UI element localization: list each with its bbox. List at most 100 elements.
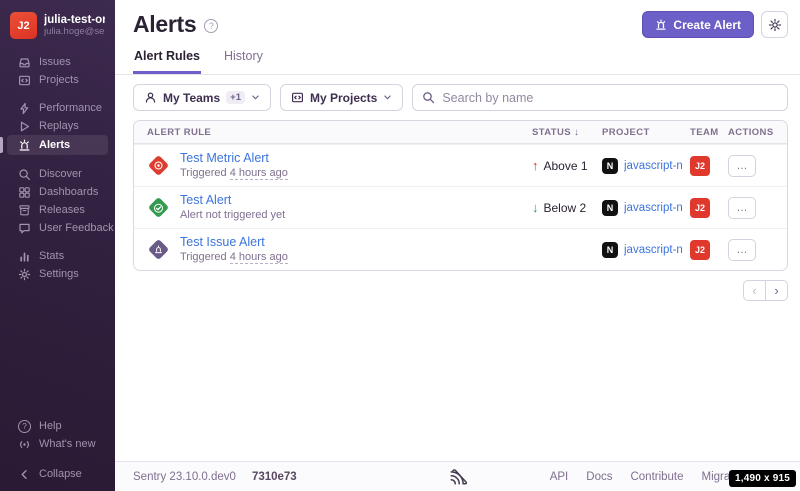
project-link[interactable]: javascript-nextjs (624, 244, 682, 256)
tab-bar: Alert Rules History (115, 47, 800, 75)
team-cell: J2 (690, 198, 720, 218)
alerts-settings-button[interactable] (761, 11, 788, 38)
user-icon (144, 91, 157, 104)
nav-group-settings: Stats Settings (0, 247, 115, 283)
create-alert-label: Create Alert (673, 18, 741, 32)
sidebar-item-replays[interactable]: Replays (0, 117, 115, 135)
column-header-status-label: STATUS (532, 127, 571, 138)
sidebar-item-user-feedback[interactable]: User Feedback (0, 219, 115, 237)
projects-icon (291, 91, 304, 104)
sidebar-item-label: Performance (39, 102, 102, 114)
row-actions-button[interactable]: … (728, 197, 756, 219)
sidebar-item-label: Issues (39, 56, 71, 68)
sidebar-item-label: Settings (39, 268, 79, 280)
play-icon (18, 120, 31, 133)
alert-rule-link[interactable]: Test Metric Alert (180, 151, 288, 167)
sidebar-collapse-button[interactable]: Collapse (0, 465, 115, 483)
org-switcher[interactable]: J2 julia-test-org-2 … julia.hoge@sentry.… (0, 8, 115, 41)
nextjs-platform-icon: N (602, 242, 618, 258)
row-actions-button[interactable]: … (728, 239, 756, 261)
alert-rule-text: Test Alert Alert not triggered yet (180, 193, 285, 223)
detail-text: Triggered (180, 251, 227, 263)
sidebar-item-label: Help (39, 420, 62, 432)
org-avatar[interactable]: J2 (10, 12, 37, 39)
team-avatar[interactable]: J2 (690, 156, 710, 176)
nav-group-observe: Performance Replays Alerts (0, 99, 115, 155)
footer-link-docs[interactable]: Docs (586, 471, 612, 483)
sidebar-item-stats[interactable]: Stats (0, 247, 115, 265)
sidebar-item-discover[interactable]: Discover (0, 165, 115, 183)
detail-text: Alert not triggered yet (180, 209, 285, 221)
org-meta: julia-test-org-2 … julia.hoge@sentry.io (44, 14, 105, 37)
siren-icon (18, 139, 31, 152)
sidebar-item-label: Dashboards (39, 186, 98, 198)
teams-count-badge: +1 (226, 91, 245, 104)
sidebar-item-settings[interactable]: Settings (0, 265, 115, 283)
telescope-icon (18, 168, 31, 181)
search-input[interactable] (442, 91, 778, 105)
inbox-icon (18, 56, 31, 69)
tab-history[interactable]: History (223, 47, 264, 74)
footer-link-api[interactable]: API (550, 471, 569, 483)
team-avatar[interactable]: J2 (690, 240, 710, 260)
status-text: Above 1 (544, 159, 588, 173)
column-header-project: PROJECT (602, 127, 682, 138)
table-row: Test Alert Alert not triggered yet ↓ Bel… (134, 186, 787, 228)
row-actions-button[interactable]: … (728, 155, 756, 177)
sidebar-item-label: Releases (39, 204, 85, 216)
my-projects-dropdown[interactable]: My Projects (280, 84, 403, 111)
relative-time[interactable]: 4 hours ago (230, 251, 288, 264)
sidebar-item-whats-new[interactable]: What's new (0, 435, 115, 453)
sidebar-item-alerts[interactable]: Alerts (7, 135, 108, 155)
team-cell: J2 (690, 156, 720, 176)
column-header-actions: ACTIONS (728, 127, 774, 138)
alert-rule-link[interactable]: Test Issue Alert (180, 235, 288, 251)
sidebar-item-label: What's new (39, 438, 96, 450)
pagination-prev-button[interactable]: ‹ (743, 280, 766, 301)
column-header-status[interactable]: STATUS ↓ (532, 127, 594, 138)
team-avatar[interactable]: J2 (690, 198, 710, 218)
sidebar-item-label: Stats (39, 250, 64, 262)
project-cell: N javascript-nextjs (602, 200, 682, 216)
alert-rule-link[interactable]: Test Alert (180, 193, 285, 209)
detail-text: Triggered (180, 167, 227, 179)
footer-link-contribute[interactable]: Contribute (630, 471, 683, 483)
nextjs-platform-icon: N (602, 200, 618, 216)
sidebar-item-label: Projects (39, 74, 79, 86)
relative-time[interactable]: 4 hours ago (230, 167, 288, 180)
pagination: ‹ › (133, 280, 788, 301)
column-header-team: TEAM (690, 127, 720, 138)
my-teams-dropdown[interactable]: My Teams +1 (133, 84, 271, 111)
page-header: Alerts ? Create Alert (115, 0, 800, 38)
build-sha[interactable]: 7310e73 (252, 471, 297, 483)
sentry-logo-icon (450, 469, 468, 485)
project-link[interactable]: javascript-nextjs (624, 202, 682, 214)
search-icon (422, 91, 435, 104)
alert-rule-cell: Test Alert Alert not triggered yet (147, 193, 524, 223)
content: My Teams +1 My Projects (115, 75, 800, 461)
page-title: Alerts (133, 11, 196, 38)
sidebar-item-performance[interactable]: Performance (0, 99, 115, 117)
project-link[interactable]: javascript-nextjs (624, 160, 682, 172)
sidebar-item-dashboards[interactable]: Dashboards (0, 183, 115, 201)
resolved-alert-icon (147, 196, 169, 218)
sidebar-item-label: Replays (39, 120, 79, 132)
chevron-down-icon (383, 93, 392, 102)
help-icon: ? (18, 420, 31, 433)
tab-alert-rules[interactable]: Alert Rules (133, 47, 201, 74)
chevron-down-icon (251, 93, 260, 102)
create-alert-button[interactable]: Create Alert (642, 11, 754, 38)
header-actions: Create Alert (642, 11, 788, 38)
sidebar-item-label: Collapse (39, 468, 82, 480)
alert-rule-detail: Alert not triggered yet (180, 208, 285, 222)
page-help-icon[interactable]: ? (204, 19, 218, 33)
sidebar-item-projects[interactable]: Projects (0, 71, 115, 89)
speech-bubble-icon (18, 222, 31, 235)
sort-desc-icon[interactable]: ↓ (574, 127, 579, 138)
sidebar-item-help[interactable]: ? Help (0, 417, 115, 435)
version-text: Sentry 23.10.0.dev0 (133, 471, 236, 483)
alert-rule-cell: Test Metric Alert Triggered 4 hours ago (147, 151, 524, 181)
pagination-next-button[interactable]: › (765, 280, 788, 301)
sidebar-item-releases[interactable]: Releases (0, 201, 115, 219)
sidebar-item-issues[interactable]: Issues (0, 53, 115, 71)
